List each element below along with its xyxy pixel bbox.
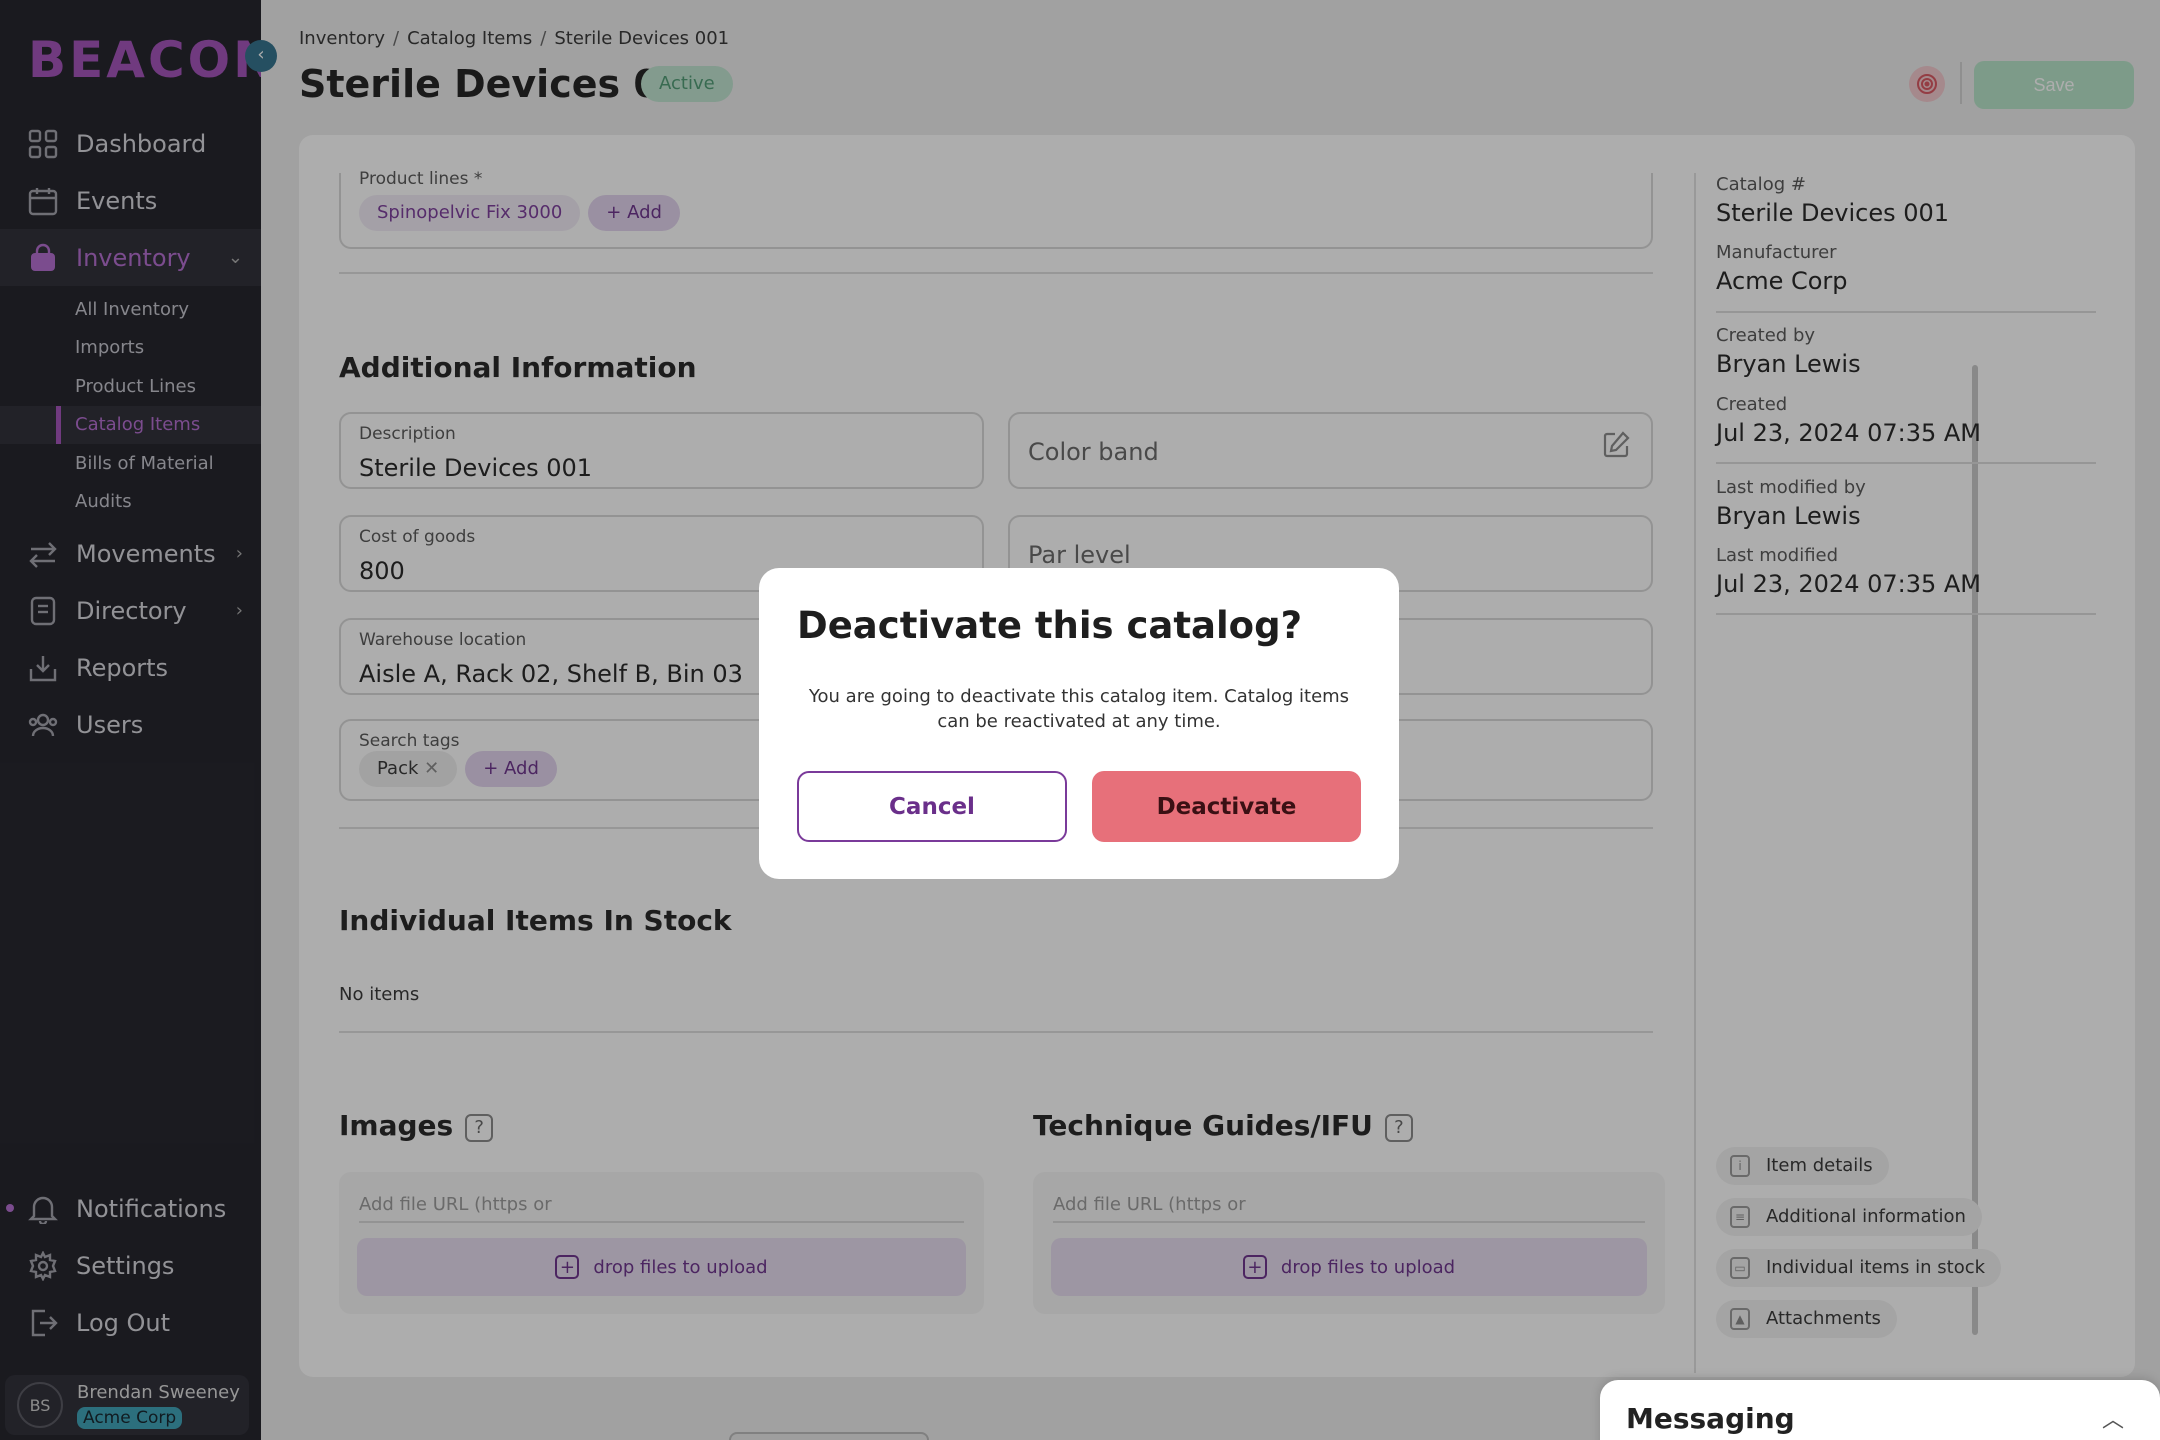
- messaging-widget[interactable]: Messaging ︿: [1600, 1380, 2160, 1440]
- messaging-title: Messaging: [1626, 1402, 1795, 1435]
- dialog-body: You are going to deactivate this catalog…: [808, 686, 1350, 732]
- dialog-title: Deactivate this catalog?: [797, 604, 1303, 647]
- deactivate-button[interactable]: Deactivate: [1092, 771, 1361, 842]
- deactivate-dialog: Deactivate this catalog? You are going t…: [759, 568, 1399, 879]
- chevron-up-icon[interactable]: ︿: [2102, 1402, 2124, 1434]
- cancel-button[interactable]: Cancel: [797, 771, 1067, 842]
